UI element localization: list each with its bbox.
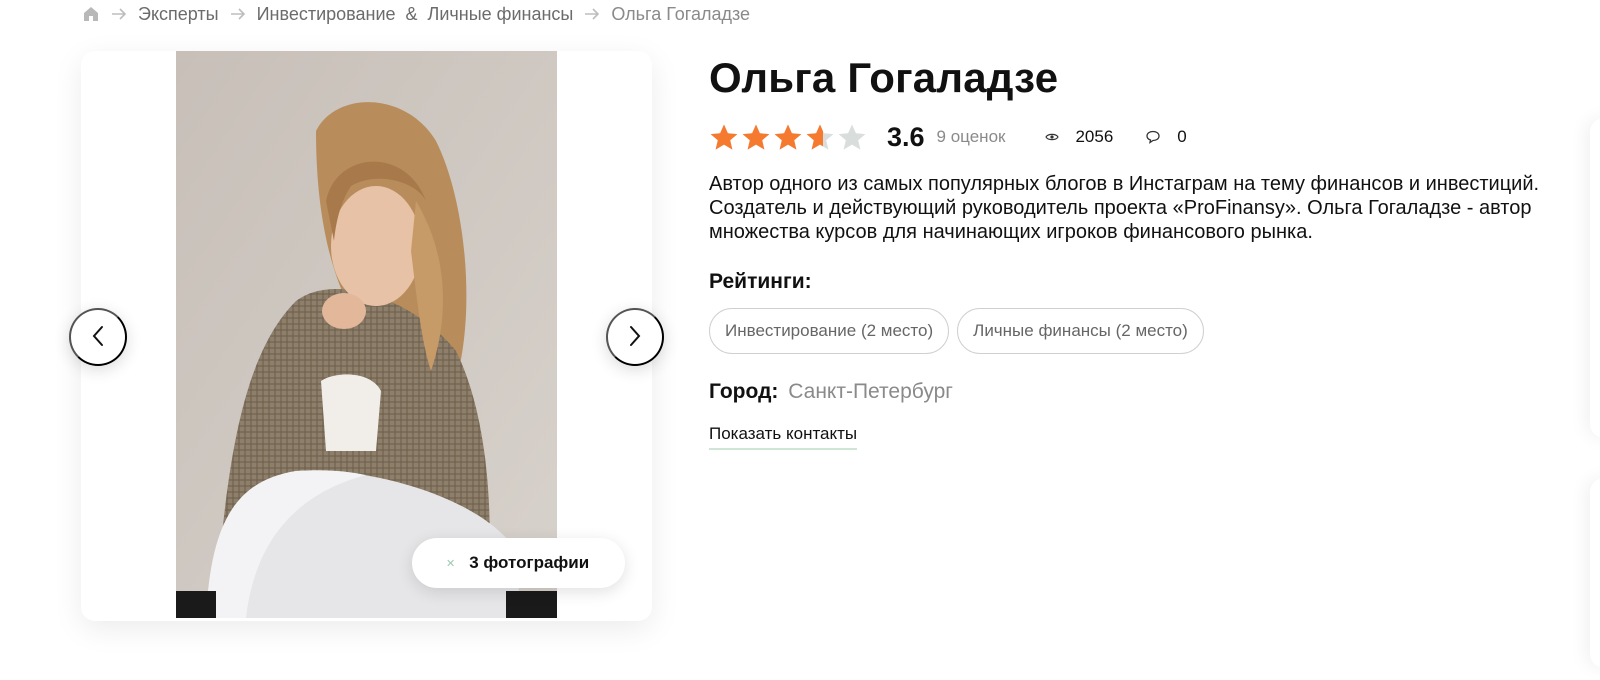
breadcrumb: Эксперты Инвестирование & Личные финансы… xyxy=(82,0,750,28)
star-icon[interactable] xyxy=(773,123,803,151)
expert-description: Автор одного из самых популярных блогов … xyxy=(709,173,1540,243)
city-value: Санкт-Петербург xyxy=(788,380,953,403)
views-count: 2056 xyxy=(1075,127,1114,146)
star-icon[interactable] xyxy=(709,123,739,151)
arrow-right-icon xyxy=(227,8,249,20)
rating-tag-personal-finance[interactable]: Личные финансы (2 место) xyxy=(957,308,1204,354)
star-icon[interactable] xyxy=(805,123,835,151)
photo-icon: ✕ xyxy=(446,557,456,570)
gallery-prev-button[interactable] xyxy=(69,308,127,366)
arrow-right-icon xyxy=(108,8,130,20)
chevron-left-icon xyxy=(91,325,105,350)
comments-count: 0 xyxy=(1177,127,1187,146)
photo-gallery: ✕ 3 фотографии xyxy=(69,51,664,621)
side-card xyxy=(1590,118,1600,438)
arrow-right-icon xyxy=(581,8,603,20)
city-row: Город: Санкт-Петербург xyxy=(709,380,1559,404)
expert-photo[interactable] xyxy=(176,51,557,618)
photos-count-label: 3 фотографии xyxy=(469,553,590,572)
breadcrumb-current: Ольга Гогаладзе xyxy=(611,3,751,24)
breadcrumb-link-experts[interactable]: Эксперты xyxy=(138,4,219,25)
expert-stats: 3.6 9 оценок 2056 0 xyxy=(709,118,1559,156)
side-card xyxy=(1590,478,1600,668)
rating-value: 3.6 xyxy=(887,121,925,152)
comment-icon xyxy=(1145,130,1161,144)
breadcrumb-link-category[interactable]: Инвестирование & Личные финансы xyxy=(257,4,574,25)
ratings-heading: Рейтинги: xyxy=(709,270,812,293)
gallery-next-button[interactable] xyxy=(606,308,664,366)
expert-info: Ольга Гогаладзе 3.6 9 оценок 2056 0 Авто… xyxy=(709,48,1559,450)
chevron-right-icon xyxy=(628,325,642,350)
star-icon[interactable] xyxy=(837,123,867,151)
comments-counter[interactable]: 0 xyxy=(1145,127,1187,147)
eye-icon xyxy=(1045,132,1060,142)
show-contacts-link[interactable]: Показать контакты xyxy=(709,424,858,450)
star-icon[interactable] xyxy=(741,123,771,151)
expert-name: Ольга Гогаладзе xyxy=(709,54,1059,101)
ratings-tags: Инвестирование (2 место) Личные финансы … xyxy=(709,308,1559,354)
home-icon[interactable] xyxy=(82,5,100,23)
rating-stars[interactable] xyxy=(709,123,867,151)
rating-count: 9 оценок xyxy=(936,127,1006,146)
city-label: Город: xyxy=(709,380,779,403)
views-counter: 2056 xyxy=(1045,127,1113,147)
photos-count-button[interactable]: ✕ 3 фотографии xyxy=(412,538,625,588)
rating-tag-investing[interactable]: Инвестирование (2 место) xyxy=(709,308,950,354)
